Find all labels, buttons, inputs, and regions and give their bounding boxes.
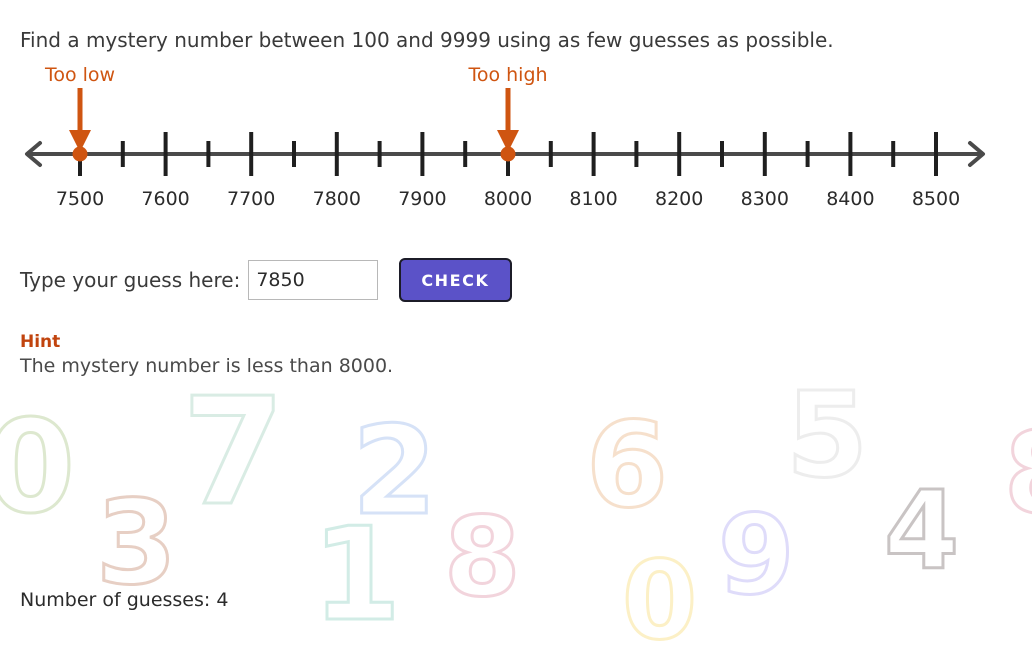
number-line: Too low Too high 7500 7600 7700 7800 7900 8000 8…	[0, 60, 1032, 220]
hint-title: Hint	[20, 332, 61, 352]
hint-body: The mystery number is less than 8000.	[20, 355, 394, 377]
check-button[interactable]: CHECK	[399, 258, 512, 302]
axis-tick-label: 8200	[655, 188, 704, 210]
axis-tick-label: 8400	[826, 188, 875, 210]
decor-digit-0: 0	[620, 539, 698, 664]
axis-tick-label: 7900	[398, 188, 447, 210]
marker-dot	[500, 146, 516, 162]
decor-digit-9: 9	[717, 491, 797, 619]
axis-tick-label: 8500	[911, 188, 961, 210]
decor-digit-3: 3	[95, 476, 179, 611]
decor-digit-5: 5	[784, 366, 869, 504]
axis-tick-label: 8100	[569, 188, 618, 210]
guess-entry-row: Type your guess here: CHECK	[20, 258, 512, 302]
axis-tick-label: 8300	[740, 188, 789, 210]
axis-tick-label: 8000	[483, 188, 533, 210]
decor-digit-8: 8	[443, 493, 523, 621]
marker-label: Too high	[468, 64, 548, 86]
marker-dot	[72, 146, 88, 162]
decor-digit-6: 6	[584, 396, 669, 534]
axis-tick-label: 7500	[55, 188, 105, 210]
decor-digit-7: 7	[181, 366, 287, 538]
axis-tick-label: 7800	[312, 188, 361, 210]
guess-prompt-label: Type your guess here:	[20, 268, 241, 292]
hint-block: Hint The mystery number is less than 800…	[20, 332, 393, 377]
page-title: Find a mystery number between 100 and 99…	[20, 28, 834, 52]
decor-digit-0: 0	[0, 393, 77, 542]
marker-label: Too low	[44, 64, 116, 86]
guess-input[interactable]	[248, 260, 379, 300]
guess-count-status: Number of guesses: 4	[20, 589, 229, 611]
decor-digit-2: 2	[351, 400, 439, 542]
decor-digit-1: 1	[310, 501, 402, 650]
decor-digit-8: 8	[1003, 417, 1032, 532]
axis-tick-label: 7600	[141, 188, 190, 210]
decor-digit-4: 4	[882, 469, 960, 594]
axis-tick-label: 7700	[227, 188, 276, 210]
